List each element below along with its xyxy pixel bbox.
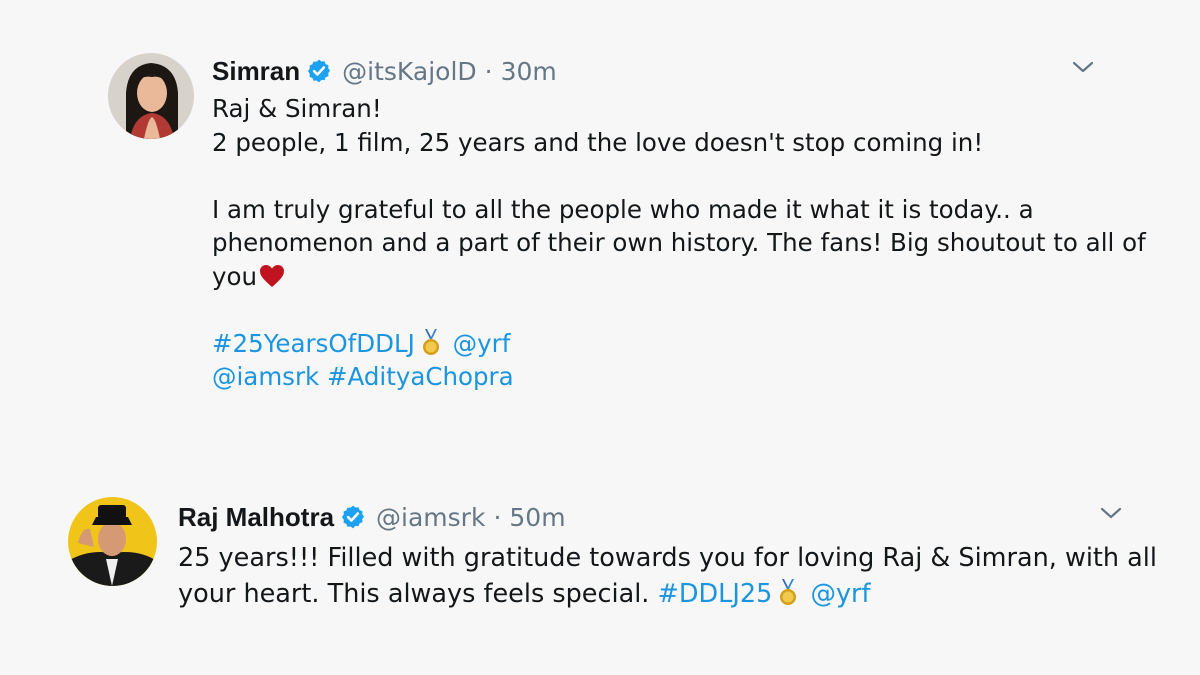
tweet-header: Simran @itsKajolD · 30m xyxy=(212,54,557,88)
tweet-line-last: you xyxy=(212,260,1146,294)
display-name[interactable]: Simran xyxy=(212,56,300,87)
medal-icon xyxy=(780,579,797,605)
avatar[interactable] xyxy=(68,497,157,586)
separator-dot: · xyxy=(484,56,493,86)
tweet-text: 25 years!!! Filled with gratitude toward… xyxy=(178,540,1157,612)
tweet-header: Raj Malhotra @iamsrk · 50m xyxy=(178,500,566,534)
tweet-line: 25 years!!! Filled with gratitude toward… xyxy=(178,543,1157,573)
tweet-line: Raj & Simran! xyxy=(212,94,382,123)
avatar[interactable] xyxy=(108,53,194,139)
tweet-line-last: your heart. This always feels special. #… xyxy=(178,576,1157,612)
medal-icon xyxy=(422,328,439,355)
tweet-line: phenomenon and a part of their own histo… xyxy=(212,228,1146,257)
mention-link[interactable]: @yrf xyxy=(810,579,870,609)
timestamp[interactable]: 30m xyxy=(501,57,557,86)
tweet-line: I am truly grateful to all the people wh… xyxy=(212,194,1034,224)
chevron-down-icon[interactable] xyxy=(1070,58,1096,76)
verified-badge-icon xyxy=(341,505,365,529)
avatar-photo-man-hat-icon xyxy=(68,497,157,586)
user-handle[interactable]: @itsKajolD xyxy=(342,57,477,86)
red-heart-icon xyxy=(260,264,285,287)
hashtag-link[interactable]: #AdityaChopra xyxy=(327,362,514,391)
separator-dot: · xyxy=(493,502,502,532)
chevron-down-icon[interactable] xyxy=(1098,504,1124,522)
timestamp[interactable]: 50m xyxy=(509,503,565,532)
avatar-photo-woman-icon xyxy=(108,53,194,139)
tweet-text: Raj & Simran! 2 people, 1 film, 25 years… xyxy=(212,92,1146,394)
verified-badge-icon xyxy=(308,59,331,83)
hashtag-link[interactable]: #DDLJ25 xyxy=(658,579,773,609)
tweet-line: 2 people, 1 film, 25 years and the love … xyxy=(212,127,984,157)
tweet-links-line: #25YearsOfDDLJ @yrf xyxy=(212,327,1146,361)
tweet-links-line: @iamsrk #AdityaChopra xyxy=(212,360,1146,394)
tweet-line-text: you xyxy=(212,261,258,291)
tweet-line-text: your heart. This always feels special. xyxy=(178,579,650,609)
mention-link[interactable]: @iamsrk xyxy=(212,362,319,391)
hashtag-link[interactable]: #25YearsOfDDLJ xyxy=(212,329,415,358)
display-name[interactable]: Raj Malhotra xyxy=(178,502,334,533)
mention-link[interactable]: @yrf xyxy=(453,329,511,358)
user-handle[interactable]: @iamsrk xyxy=(376,503,485,532)
